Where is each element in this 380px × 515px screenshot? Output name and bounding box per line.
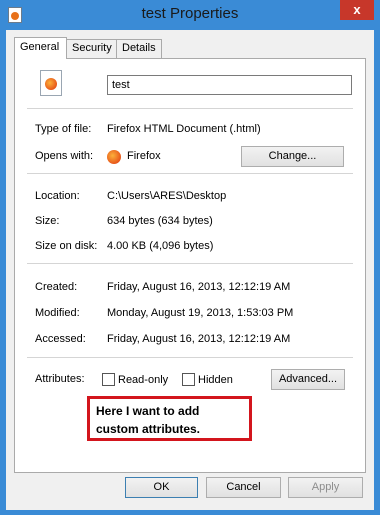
created-label: Created: [35, 281, 78, 293]
firefox-icon [107, 150, 121, 164]
size-label: Size: [35, 215, 60, 227]
opens-with-value: Firefox [127, 150, 161, 162]
apply-button[interactable]: Apply [288, 477, 363, 498]
annotation-callout: Here I want to add custom attributes. [87, 396, 252, 441]
hidden-checkbox[interactable] [182, 373, 195, 386]
hidden-label[interactable]: Hidden [198, 374, 233, 386]
size-value: 634 bytes (634 bytes) [107, 215, 213, 227]
location-label: Location: [35, 190, 80, 202]
divider [27, 263, 353, 264]
advanced-button[interactable]: Advanced... [271, 369, 345, 390]
cancel-button[interactable]: Cancel [206, 477, 281, 498]
change-button[interactable]: Change... [241, 146, 344, 167]
accessed-label: Accessed: [35, 333, 86, 345]
modified-value: Monday, August 19, 2013, 1:53:03 PM [107, 307, 294, 319]
size-on-disk-value: 4.00 KB (4,096 bytes) [107, 240, 214, 252]
properties-window: test Properties x General Security Detai… [0, 0, 380, 515]
tab-general[interactable]: General [14, 37, 67, 59]
file-name-input[interactable] [107, 75, 352, 95]
attributes-label: Attributes: [35, 373, 85, 385]
divider [27, 108, 353, 109]
type-of-file-value: Firefox HTML Document (.html) [107, 123, 261, 135]
location-value: C:\Users\ARES\Desktop [107, 190, 227, 202]
close-button[interactable]: x [340, 0, 374, 20]
divider [27, 173, 353, 174]
tab-security[interactable]: Security [66, 39, 117, 58]
title-bar[interactable]: test Properties x [0, 0, 380, 30]
readonly-label[interactable]: Read-only [118, 374, 168, 386]
dialog-body: General Security Details Type of file: F… [6, 30, 374, 510]
window-title: test Properties [141, 5, 239, 22]
opens-with-label: Opens with: [35, 150, 94, 162]
size-on-disk-label: Size on disk: [35, 240, 98, 252]
firefox-file-icon [40, 70, 62, 96]
divider [27, 357, 353, 358]
ok-button[interactable]: OK [125, 477, 198, 498]
tab-details[interactable]: Details [116, 39, 162, 58]
readonly-checkbox[interactable] [102, 373, 115, 386]
created-value: Friday, August 16, 2013, 12:12:19 AM [107, 281, 291, 293]
type-of-file-label: Type of file: [35, 123, 92, 135]
modified-label: Modified: [35, 307, 80, 319]
accessed-value: Friday, August 16, 2013, 12:12:19 AM [107, 333, 291, 345]
